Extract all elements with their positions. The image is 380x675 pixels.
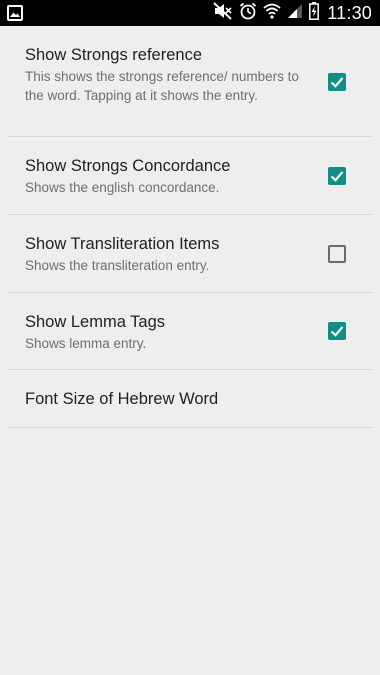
settings-list: Show Strongs reference This shows the st… <box>0 26 380 428</box>
signal-icon <box>287 3 303 24</box>
gallery-notification-icon <box>7 5 23 21</box>
pref-show-strongs-reference[interactable]: Show Strongs reference This shows the st… <box>8 26 372 137</box>
alarm-icon <box>239 2 257 25</box>
status-icons: 11:30 <box>207 0 372 26</box>
pref-title: Show Strongs reference <box>25 46 203 64</box>
show-strongs-reference-checkbox[interactable] <box>328 73 346 91</box>
pref-title: Show Strongs Concordance <box>25 157 231 175</box>
show-lemma-tags-checkbox[interactable] <box>328 322 346 340</box>
pref-font-size-hebrew-word[interactable]: Font Size of Hebrew Word <box>8 370 372 428</box>
show-strongs-concordance-checkbox[interactable] <box>328 167 346 185</box>
pref-show-transliteration-items[interactable]: Show Transliteration Items Shows the tra… <box>8 215 372 293</box>
pref-show-lemma-tags[interactable]: Show Lemma Tags Shows lemma entry. <box>8 293 372 370</box>
pref-summary: Shows the transliteration entry. <box>25 258 210 273</box>
battery-charging-icon <box>309 1 320 25</box>
status-bar: 11:30 <box>0 0 380 26</box>
pref-title: Show Transliteration Items <box>25 235 220 253</box>
pref-show-strongs-concordance[interactable]: Show Strongs Concordance Shows the engli… <box>8 137 372 215</box>
pref-title: Show Lemma Tags <box>25 313 166 331</box>
status-time: 11:30 <box>327 2 372 23</box>
pref-summary: Shows the english concordance. <box>25 180 220 195</box>
mute-icon <box>213 1 233 25</box>
wifi-icon <box>263 2 281 25</box>
pref-summary: This shows the strongs reference/ number… <box>25 69 299 103</box>
pref-title: Font Size of Hebrew Word <box>25 390 219 408</box>
show-transliteration-items-checkbox[interactable] <box>328 245 346 263</box>
pref-summary: Shows lemma entry. <box>25 336 147 351</box>
